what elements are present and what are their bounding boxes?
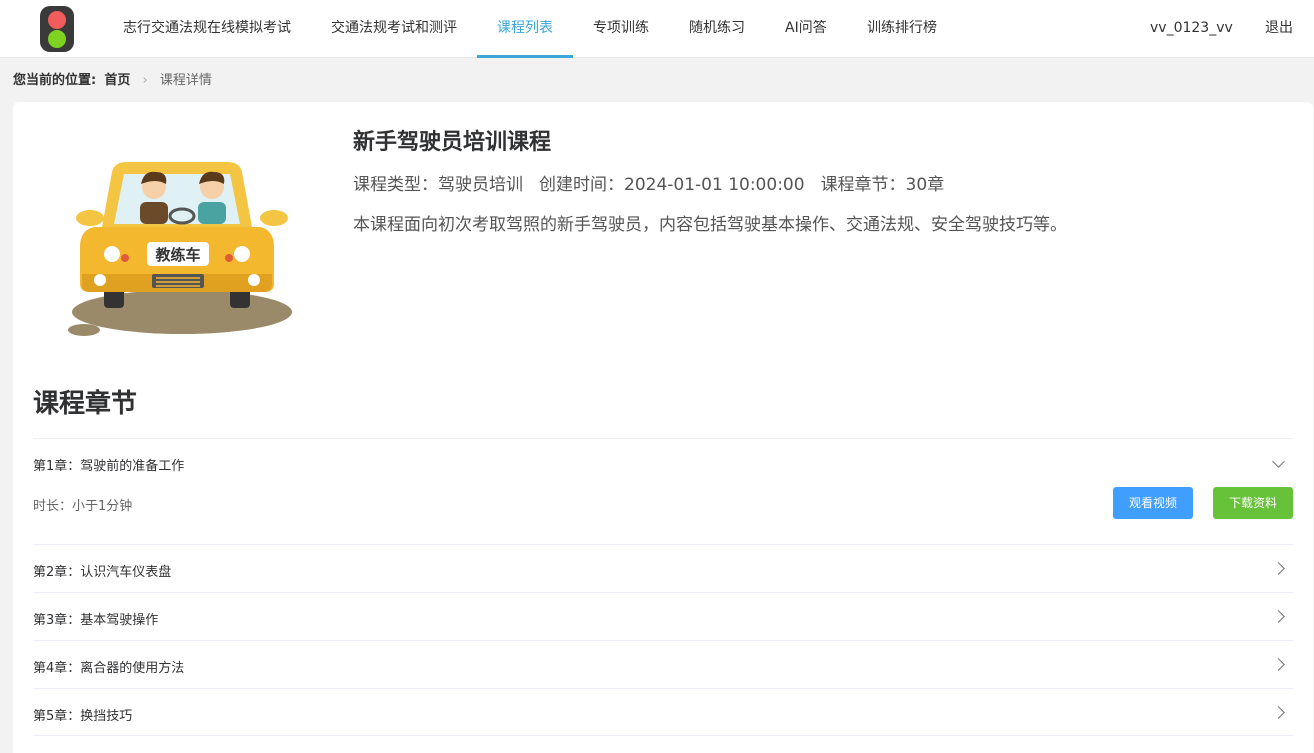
chevron-right-icon[interactable] [1272,658,1285,671]
nav-item-leaderboard[interactable]: 训练排行榜 [867,0,937,58]
chapter-title[interactable]: 第5章：换挡技巧 [33,705,132,724]
green-light-icon [48,30,66,48]
chapter-item-1[interactable]: 第1章：驾驶前的准备工作 时长：小于1分钟 观看视频 下载资料 [33,438,1293,544]
chapter-item-4[interactable]: 第4章：离合器的使用方法 [33,640,1293,688]
username-link[interactable]: vv_0123_vv [1150,0,1233,58]
chapter-duration: 时长：小于1分钟 [33,499,133,514]
course-created-time: 创建时间：2024-01-01 10:00:00 [539,175,805,195]
red-light-icon [48,11,66,29]
breadcrumb-home-link[interactable]: 首页 [104,73,130,88]
chapter-title[interactable]: 第1章：驾驶前的准备工作 [33,455,184,474]
breadcrumb: 您当前的位置: 首页 › 课程详情 [13,69,212,88]
course-chapter-count: 课程章节：30章 [820,175,945,195]
chapter-title[interactable]: 第3章：基本驾驶操作 [33,609,158,628]
chapter-item-5[interactable]: 第5章：换挡技巧 [33,688,1293,736]
nav-item-ai-qa[interactable]: AI问答 [785,0,827,58]
watch-video-button[interactable]: 观看视频 [1113,487,1193,519]
chapter-item-2[interactable]: 第2章：认识汽车仪表盘 [33,544,1293,592]
nav-item-random-practice[interactable]: 随机练习 [689,0,745,58]
coach-car-illustration: 教练车 [68,162,292,336]
active-nav-indicator [477,55,573,58]
logout-link[interactable]: 退出 [1265,0,1293,58]
chapter-item-3[interactable]: 第3章：基本驾驶操作 [33,592,1293,640]
chapter-title[interactable]: 第2章：认识汽车仪表盘 [33,561,171,580]
car-sign-text: 教练车 [154,246,200,264]
breadcrumb-separator-icon: › [142,73,148,88]
traffic-light-logo[interactable] [40,6,74,52]
chapters-section-title: 课程章节 [33,389,138,419]
breadcrumb-current: 课程详情 [159,73,212,88]
chevron-right-icon[interactable] [1272,610,1285,623]
nav-item-home[interactable]: 志行交通法规在线模拟考试 [123,0,291,58]
nav-item-special-training[interactable]: 专项训练 [593,0,649,58]
top-navbar: 志行交通法规在线模拟考试 交通法规考试和测评 课程列表 专项训练 随机练习 AI… [0,0,1314,58]
course-title: 新手驾驶员培训课程 [353,130,552,155]
chevron-down-icon[interactable] [1272,455,1285,468]
course-description: 本课程面向初次考取驾照的新手驾驶员，内容包括驾驶基本操作、交通法规、安全驾驶技巧… [353,215,1067,235]
course-meta: 课程类型：驾驶员培训 创建时间：2024-01-01 10:00:00 课程章节：3… [353,170,960,195]
nav-item-course-list[interactable]: 课程列表 [497,0,553,58]
download-materials-button[interactable]: 下载资料 [1213,487,1293,519]
breadcrumb-label: 您当前的位置: [13,73,97,88]
course-type: 课程类型：驾驶员培训 [353,175,523,195]
chevron-right-icon[interactable] [1272,706,1285,719]
chevron-right-icon[interactable] [1272,562,1285,575]
nav-item-exam[interactable]: 交通法规考试和测评 [331,0,457,58]
chapter-title[interactable]: 第4章：离合器的使用方法 [33,657,184,676]
